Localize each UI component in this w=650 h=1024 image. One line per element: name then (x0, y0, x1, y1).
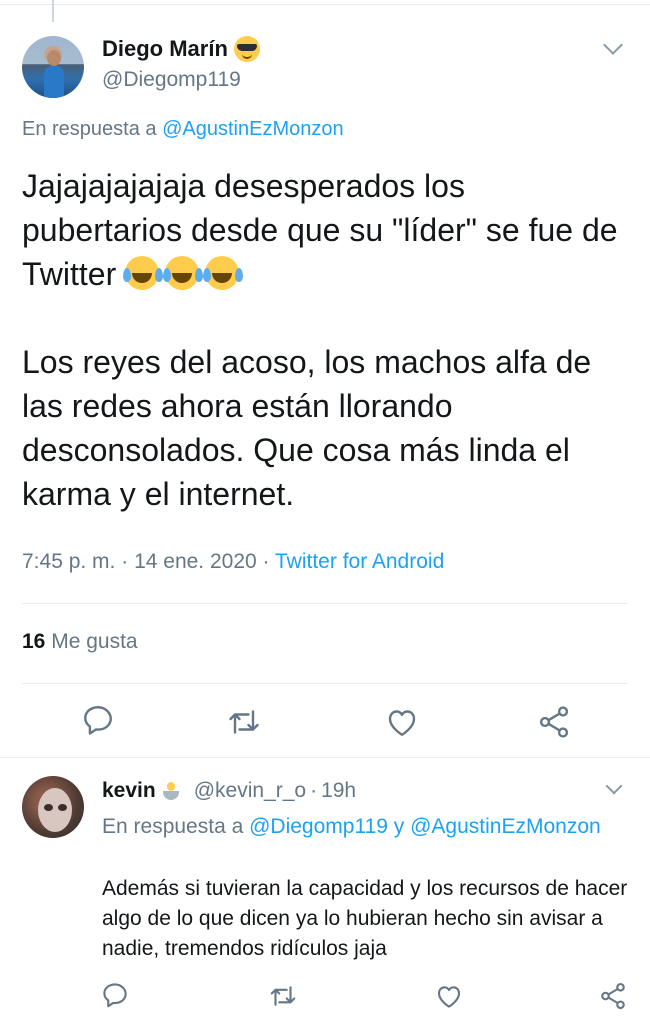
avatar-head (47, 50, 61, 66)
divider (22, 603, 628, 604)
thread-line (52, 0, 54, 22)
reply-separator: · (310, 779, 318, 802)
reply-header: kevin @kevin_r_o · 19h (102, 779, 356, 803)
share-icon[interactable] (598, 981, 628, 1011)
tweet-meta: 7:45 p. m. · 14 ene. 2020 · Twitter for … (22, 550, 444, 574)
avatar-eye (58, 804, 67, 811)
likes-count: 16 (22, 630, 46, 653)
reply-to-link[interactable]: @AgustinEzMonzon (162, 118, 344, 140)
meta-separator: · (121, 550, 129, 573)
tears-of-joy-emoji-icon (203, 256, 240, 290)
avatar-eye (44, 804, 53, 811)
reply-prefix: En respuesta a (102, 815, 250, 838)
tweet-source-link[interactable]: Twitter for Android (275, 550, 444, 573)
author-handle[interactable]: @Diegomp119 (102, 68, 241, 92)
reply-context: En respuesta a @Diegomp119 y @AgustinEzM… (102, 812, 622, 842)
divider (22, 683, 628, 684)
reply-age: 19h (321, 779, 357, 802)
chevron-down-icon[interactable] (603, 35, 623, 55)
reply-conjunction: y (387, 815, 411, 838)
tears-of-joy-emoji-icon (123, 256, 160, 290)
avatar[interactable] (22, 36, 84, 98)
sunglasses-emoji-icon (233, 36, 260, 62)
reply-prefix: En respuesta a (22, 118, 163, 140)
likes-stat[interactable]: 16 Me gusta (22, 630, 138, 654)
reply-icon[interactable] (100, 980, 130, 1010)
chevron-down-icon[interactable] (605, 777, 623, 795)
tears-of-joy-emoji-icon (163, 256, 200, 290)
top-border (0, 4, 650, 5)
section-divider (0, 757, 650, 758)
reply-context: En respuesta a @AgustinEzMonzon (22, 118, 344, 141)
author-name-text: Diego Marín (102, 36, 228, 61)
reply-to-link-1[interactable]: @Diegomp119 (249, 815, 388, 838)
reply-icon[interactable] (80, 702, 116, 738)
share-icon[interactable] (536, 704, 572, 740)
reply-text: Además si tuvieran la capacidad y los re… (102, 877, 628, 960)
tweet-text: Jajajajajajaja desesperados los pubertar… (22, 164, 632, 516)
retweet-icon[interactable] (268, 981, 298, 1011)
retweet-icon[interactable] (226, 704, 262, 740)
avatar-body (44, 66, 64, 98)
tweet-text-paragraph-1: Jajajajajajaja desesperados los pubertar… (22, 168, 618, 292)
tweet-time: 7:45 p. m. (22, 550, 116, 573)
lotus-position-emoji-icon (160, 780, 182, 802)
avatar-face (38, 788, 72, 832)
reply-author-handle[interactable]: @kevin_r_o (194, 779, 306, 803)
tweet-text-paragraph-2: Los reyes del acoso, los machos alfa de … (22, 344, 592, 512)
reply-avatar[interactable] (22, 776, 84, 838)
meta-separator: · (262, 550, 270, 573)
reply-to-link-2[interactable]: @AgustinEzMonzon (410, 815, 601, 838)
like-icon[interactable] (434, 981, 464, 1011)
likes-label: Me gusta (51, 630, 138, 653)
author-name[interactable]: Diego Marín (102, 36, 260, 62)
reply-author-name[interactable]: kevin (102, 779, 156, 803)
tweet-date: 14 ene. 2020 (134, 550, 257, 573)
like-icon[interactable] (384, 704, 420, 740)
